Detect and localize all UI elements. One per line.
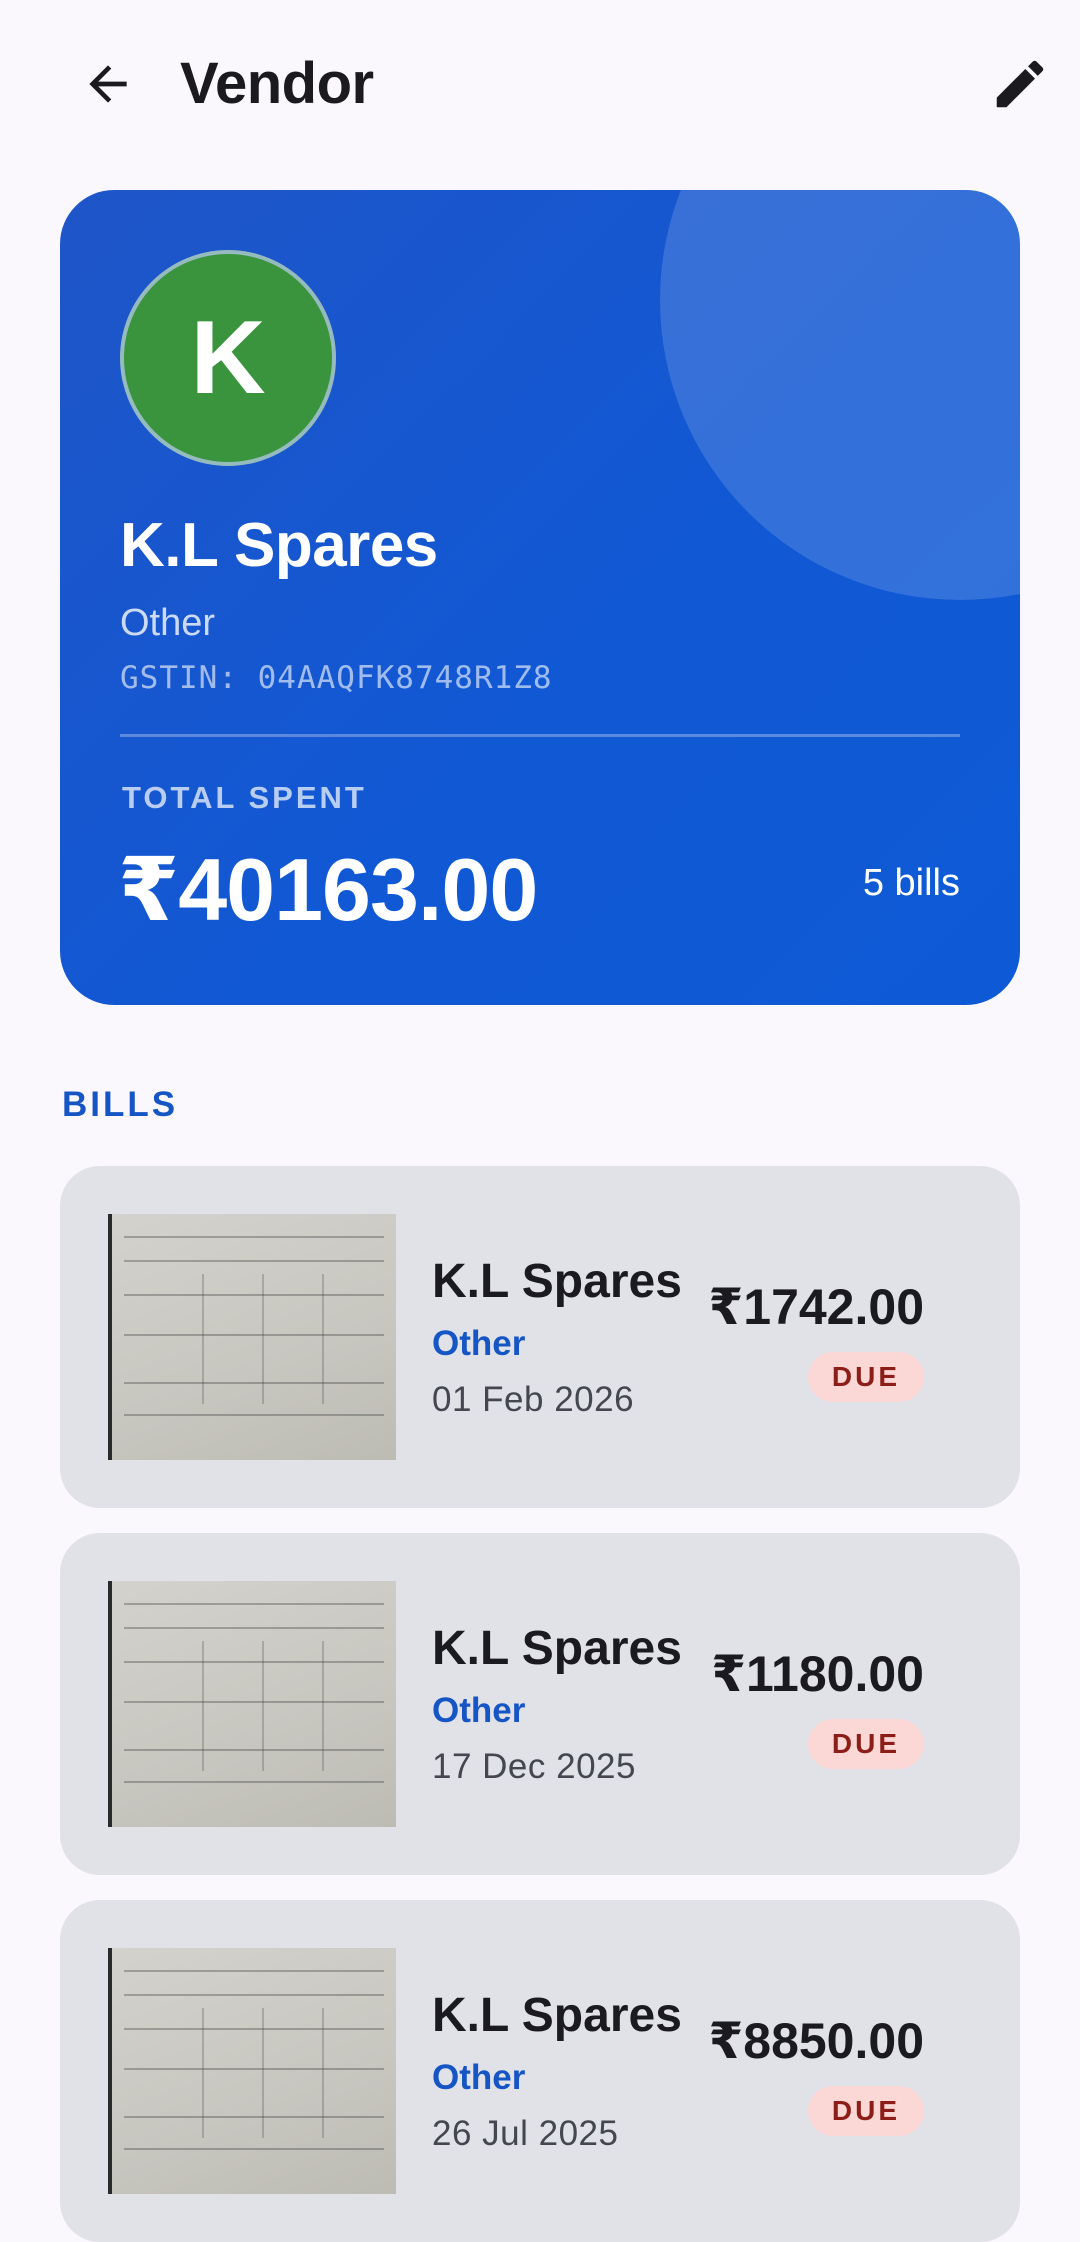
divider	[120, 734, 960, 737]
bill-card[interactable]: K.L Spares Other 17 Dec 2025 ₹1180.00 DU…	[60, 1533, 1020, 1875]
pencil-icon	[996, 60, 1044, 108]
bill-thumbnail	[108, 1581, 396, 1827]
bill-amount: ₹8850.00	[708, 2013, 924, 2069]
top-app-bar: Vendor	[0, 0, 1080, 165]
page-title: Vendor	[180, 51, 374, 116]
back-button[interactable]	[66, 42, 150, 126]
vendor-category: Other	[120, 602, 216, 644]
bill-thumbnail	[108, 1214, 396, 1460]
bill-amount: ₹1742.00	[708, 1279, 924, 1335]
bill-vendor-name: K.L Spares	[432, 1622, 682, 1675]
bill-vendor-name: K.L Spares	[432, 1255, 682, 1308]
bill-date: 26 Jul 2025	[432, 2114, 619, 2153]
bill-date: 17 Dec 2025	[432, 1747, 636, 1786]
bill-category: Other	[432, 2058, 526, 2097]
total-spent-label: TOTAL SPENT	[122, 780, 367, 815]
bill-category: Other	[432, 1691, 526, 1730]
arrow-back-icon	[89, 65, 127, 103]
bills-section-label: BILLS	[62, 1085, 179, 1124]
bill-vendor-name: K.L Spares	[432, 1989, 682, 2042]
bill-amount: ₹1180.00	[711, 1646, 924, 1702]
decorative-circle	[660, 190, 1020, 600]
vendor-summary-card: K K.L Spares Other GSTIN: 04AAQFK8748R1Z…	[60, 190, 1020, 1005]
vendor-name: K.L Spares	[120, 511, 438, 580]
bill-thumbnail	[108, 1948, 396, 2194]
status-badge: DUE	[807, 2086, 924, 2136]
status-badge: DUE	[807, 1352, 924, 1402]
bill-count: 5 bills	[862, 862, 960, 904]
vendor-gstin: GSTIN: 04AAQFK8748R1Z8	[120, 660, 553, 696]
bill-card[interactable]: K.L Spares Other 26 Jul 2025 ₹8850.00 DU…	[60, 1900, 1020, 2242]
bill-category: Other	[432, 1324, 526, 1363]
edit-button[interactable]	[978, 42, 1062, 126]
avatar: K	[120, 250, 336, 466]
status-badge: DUE	[807, 1719, 924, 1769]
total-spent-amount: ₹40163.00	[118, 840, 538, 939]
bill-date: 01 Feb 2026	[432, 1380, 635, 1419]
bill-card[interactable]: K.L Spares Other 01 Feb 2026 ₹1742.00 DU…	[60, 1166, 1020, 1508]
